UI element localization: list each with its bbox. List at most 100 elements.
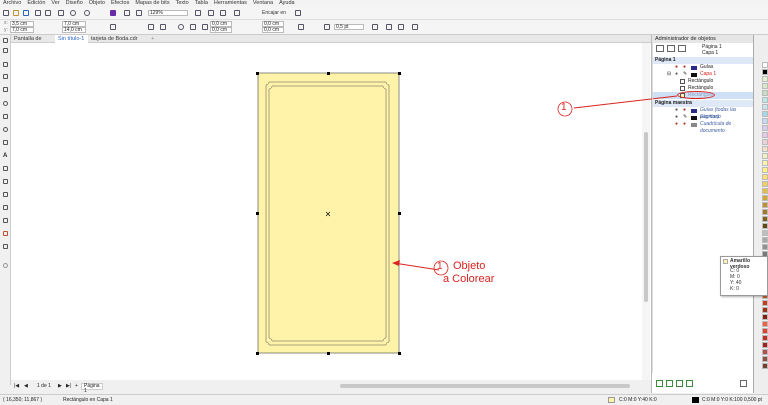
palette-swatch[interactable] bbox=[762, 111, 768, 117]
menu-edicion[interactable]: Edición bbox=[27, 0, 45, 7]
rulers-icon[interactable] bbox=[208, 10, 214, 16]
export-icon[interactable] bbox=[45, 10, 51, 16]
rectangle-tool-icon[interactable] bbox=[3, 114, 8, 119]
tab-sin-titulo[interactable]: Sin título-1 bbox=[55, 35, 88, 43]
add-page-icon[interactable]: + bbox=[75, 383, 78, 390]
pick-tool-icon[interactable] bbox=[3, 38, 8, 43]
mirror-horizontal-icon[interactable] bbox=[148, 24, 154, 30]
menu-ayuda[interactable]: Ayuda bbox=[279, 0, 295, 7]
new-master-layer-icon[interactable] bbox=[666, 380, 673, 387]
selection-handle-ml[interactable] bbox=[256, 212, 259, 215]
colored-rectangle-object[interactable] bbox=[257, 72, 400, 354]
import-icon[interactable] bbox=[35, 10, 41, 16]
snap-dropdown[interactable]: Encajar en bbox=[262, 10, 286, 16]
new-master-layer-even-icon[interactable] bbox=[686, 380, 693, 387]
print-icon[interactable] bbox=[58, 10, 64, 16]
tab-tarjeta-de-boda[interactable]: tarjeta de Boda.cdr bbox=[88, 35, 148, 43]
height-field[interactable]: 14,0 cm bbox=[62, 27, 86, 33]
to-front-icon[interactable] bbox=[386, 24, 392, 30]
palette-swatch[interactable] bbox=[762, 83, 768, 89]
drop-shadow-icon[interactable] bbox=[3, 192, 8, 197]
transparency-icon[interactable] bbox=[3, 205, 8, 210]
selection-handle-bl[interactable] bbox=[256, 352, 259, 355]
palette-swatch[interactable] bbox=[762, 321, 768, 327]
eyedropper-icon[interactable] bbox=[3, 218, 8, 223]
palette-swatch[interactable] bbox=[762, 209, 768, 215]
palette-swatch[interactable] bbox=[762, 188, 768, 194]
to-back-icon[interactable] bbox=[398, 24, 404, 30]
palette-swatch[interactable] bbox=[762, 356, 768, 362]
convert-to-curves-icon[interactable] bbox=[412, 24, 418, 30]
palette-swatch[interactable] bbox=[762, 69, 768, 75]
palette-swatch[interactable] bbox=[762, 342, 768, 348]
print-toggle-icon[interactable]: ● bbox=[683, 64, 686, 71]
palette-swatch[interactable] bbox=[762, 195, 768, 201]
round-corner-icon[interactable] bbox=[178, 24, 184, 30]
drawing-canvas[interactable]: 1 Objeto a Colorear bbox=[11, 43, 651, 380]
palette-swatch[interactable] bbox=[762, 125, 768, 131]
parallel-dimension-icon[interactable] bbox=[3, 166, 8, 171]
palette-swatch[interactable] bbox=[762, 363, 768, 369]
menu-mapas-de-bits[interactable]: Mapas de bits bbox=[135, 0, 169, 7]
palette-swatch[interactable] bbox=[762, 160, 768, 166]
settings-icon[interactable] bbox=[295, 10, 301, 16]
selection-handle-tr[interactable] bbox=[398, 72, 401, 75]
outline-pen-icon[interactable] bbox=[324, 24, 330, 30]
menu-herramientas[interactable]: Herramientas bbox=[214, 0, 247, 7]
undo-icon[interactable] bbox=[70, 10, 76, 16]
palette-swatch[interactable] bbox=[762, 328, 768, 334]
eye-icon[interactable]: ● bbox=[675, 71, 678, 78]
pdf-icon[interactable] bbox=[124, 10, 130, 16]
tree-layer1[interactable]: ⊟ ● ✎ Capa 1 bbox=[652, 71, 753, 78]
ellipse-tool-icon[interactable] bbox=[3, 127, 8, 132]
smart-fill-tool-icon[interactable] bbox=[3, 244, 8, 249]
menu-diseno[interactable]: Diseño bbox=[66, 0, 83, 7]
outline-width-field[interactable]: 0,5 pt bbox=[334, 24, 364, 30]
palette-swatch[interactable] bbox=[762, 62, 768, 68]
palette-swatch[interactable] bbox=[762, 174, 768, 180]
vertical-scrollbar-thumb[interactable] bbox=[644, 132, 648, 302]
horizontal-scrollbar-thumb[interactable] bbox=[340, 384, 630, 388]
palette-swatch[interactable] bbox=[762, 153, 768, 159]
mirror-vertical-icon[interactable] bbox=[160, 24, 166, 30]
palette-swatch[interactable] bbox=[762, 230, 768, 236]
palette-swatch[interactable] bbox=[762, 202, 768, 208]
save-icon[interactable] bbox=[23, 10, 29, 16]
palette-swatch[interactable] bbox=[762, 167, 768, 173]
chamfered-corner-icon[interactable] bbox=[202, 24, 208, 30]
menu-tabla[interactable]: Tabla bbox=[195, 0, 208, 7]
crop-tool-icon[interactable] bbox=[3, 62, 8, 67]
menu-objeto[interactable]: Objeto bbox=[89, 0, 105, 7]
new-layer-bottom-icon[interactable] bbox=[656, 380, 663, 387]
palette-swatch[interactable] bbox=[762, 146, 768, 152]
zoom-field[interactable]: 129% bbox=[148, 10, 188, 16]
lock-ratio-icon[interactable] bbox=[110, 24, 116, 30]
y-position-field[interactable]: 7,0 cm bbox=[10, 27, 34, 33]
palette-swatch[interactable] bbox=[762, 300, 768, 306]
grid-icon[interactable] bbox=[220, 10, 226, 16]
menu-ventana[interactable]: Ventana bbox=[253, 0, 273, 7]
launcher-icon[interactable] bbox=[136, 10, 142, 16]
eye-icon[interactable]: ● bbox=[675, 64, 678, 71]
zoom-tool-icon[interactable] bbox=[3, 74, 8, 79]
corner-radius-4[interactable]: 0,0 cm bbox=[262, 27, 284, 33]
tab-pantalla-de-inicio[interactable]: Pantalla de inicio bbox=[11, 35, 55, 50]
palette-swatch[interactable] bbox=[762, 307, 768, 313]
interactive-fill-icon[interactable] bbox=[3, 231, 8, 236]
menu-ver[interactable]: Ver bbox=[51, 0, 59, 7]
palette-swatch[interactable] bbox=[762, 76, 768, 82]
palette-swatch[interactable] bbox=[762, 118, 768, 124]
palette-swatch[interactable] bbox=[762, 90, 768, 96]
corel-connect-icon[interactable] bbox=[110, 10, 116, 16]
collapse-icon[interactable]: ⊟ bbox=[667, 71, 671, 78]
palette-swatch[interactable] bbox=[762, 314, 768, 320]
prev-page-icon[interactable]: ◀ bbox=[24, 383, 28, 390]
new-document-icon[interactable] bbox=[3, 10, 9, 16]
palette-swatch[interactable] bbox=[762, 97, 768, 103]
open-folder-icon[interactable] bbox=[13, 10, 19, 16]
add-tool-icon[interactable] bbox=[3, 263, 8, 268]
menu-efectos[interactable]: Efectos bbox=[111, 0, 129, 7]
tree-page1[interactable]: Página 1 bbox=[652, 57, 753, 64]
connector-tool-icon[interactable] bbox=[3, 179, 8, 184]
guidelines-icon[interactable] bbox=[234, 10, 240, 16]
